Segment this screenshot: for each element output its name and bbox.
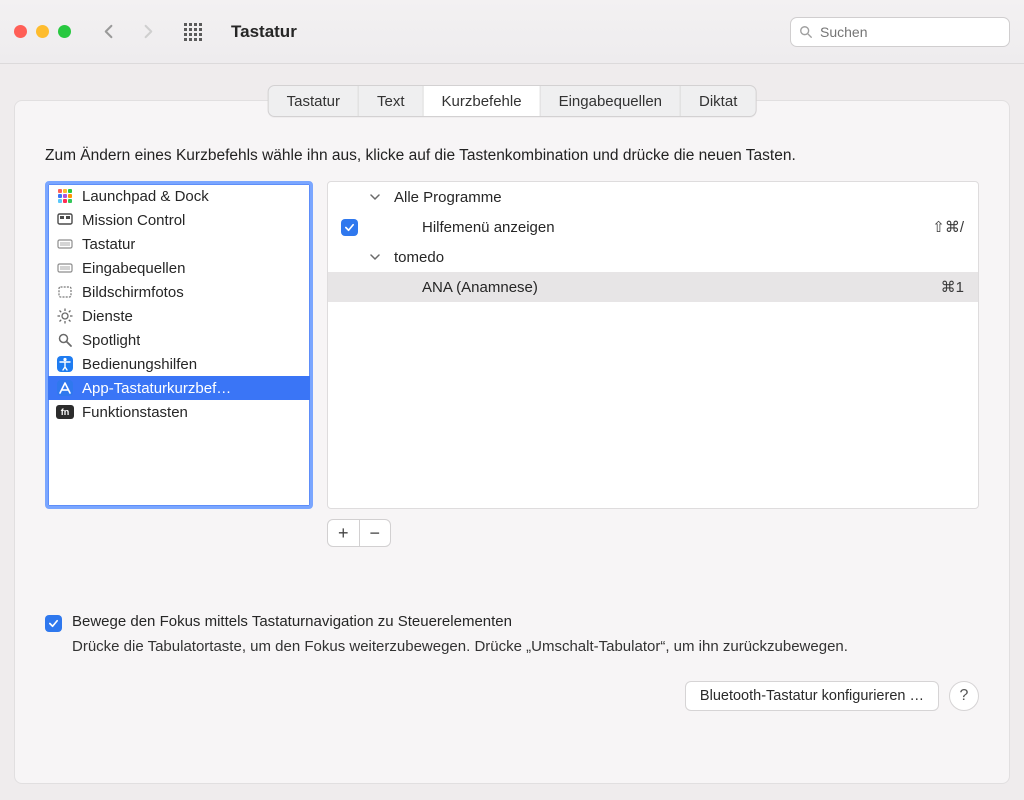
split-view: Launchpad & Dock Mission Control Tastatu… (45, 181, 979, 509)
checkbox-icon[interactable] (45, 615, 62, 632)
group-label: tomedo (394, 249, 964, 266)
shortcut-label: ANA (Anamnese) (394, 279, 931, 296)
search-input[interactable] (818, 23, 1001, 41)
toolbar: Tastatur (0, 0, 1024, 64)
accessibility-icon (56, 355, 74, 373)
tab-tastatur[interactable]: Tastatur (269, 86, 359, 116)
fn-icon: fn (56, 403, 74, 421)
minimize-button[interactable] (36, 25, 49, 38)
sidebar-item-funktionstasten[interactable]: fn Funktionstasten (48, 400, 310, 424)
tab-diktat[interactable]: Diktat (681, 86, 755, 116)
shortcut-keys[interactable]: ⇧⌘/ (932, 218, 964, 236)
window: Tastatur Tastatur Text Kurzbefehle Einga… (0, 0, 1024, 800)
sidebar-item-spotlight[interactable]: Spotlight (48, 328, 310, 352)
shortcut-list[interactable]: Alle Programme Hilfemenü anzeigen ⇧⌘/ (327, 181, 979, 509)
sidebar-item-bildschirmfotos[interactable]: Bildschirmfotos (48, 280, 310, 304)
sidebar-item-tastatur[interactable]: Tastatur (48, 232, 310, 256)
add-remove-stepper: + − (327, 519, 391, 547)
sidebar-item-label: Bedienungshilfen (82, 356, 197, 373)
group-header-alle-programme[interactable]: Alle Programme (328, 182, 978, 212)
close-button[interactable] (14, 25, 27, 38)
screenshot-icon (56, 283, 74, 301)
bluetooth-config-button[interactable]: Bluetooth-Tastatur konfigurieren … (685, 681, 939, 711)
sidebar-item-app-shortcuts[interactable]: App-Tastaturkurzbef… (48, 376, 310, 400)
sidebar-item-label: Mission Control (82, 212, 185, 229)
sidebar-item-label: Eingabequellen (82, 260, 185, 277)
shortcut-row-ana[interactable]: ANA (Anamnese) ⌘1 (328, 272, 978, 302)
shortcut-keys[interactable]: ⌘1 (941, 278, 964, 296)
keyboard-nav-description: Drücke die Tabulatortaste, um den Fokus … (72, 638, 892, 655)
sidebar-item-launchpad-dock[interactable]: Launchpad & Dock (48, 184, 310, 208)
sidebar-item-mission-control[interactable]: Mission Control (48, 208, 310, 232)
chevron-down-icon (370, 249, 384, 266)
magnifier-icon (56, 331, 74, 349)
gear-icon (56, 307, 74, 325)
shortcut-label: Hilfemenü anzeigen (394, 219, 922, 236)
shortcut-row-hilfemenu[interactable]: Hilfemenü anzeigen ⇧⌘/ (328, 212, 978, 242)
grid-icon (184, 23, 202, 41)
search-icon (799, 25, 813, 39)
keyboard-icon (56, 259, 74, 277)
category-sidebar[interactable]: Launchpad & Dock Mission Control Tastatu… (45, 181, 313, 509)
sidebar-item-label: Tastatur (82, 236, 135, 253)
content: Tastatur Text Kurzbefehle Eingabequellen… (0, 64, 1024, 800)
tab-text[interactable]: Text (359, 86, 424, 116)
sidebar-item-label: App-Tastaturkurzbef… (82, 380, 231, 397)
sidebar-item-label: Dienste (82, 308, 133, 325)
forward-button[interactable] (133, 18, 161, 46)
keyboard-nav-label[interactable]: Bewege den Fokus mittels Tastaturnavigat… (72, 613, 512, 630)
help-button[interactable]: ? (949, 681, 979, 711)
sidebar-item-dienste[interactable]: Dienste (48, 304, 310, 328)
back-button[interactable] (95, 18, 123, 46)
sidebar-item-eingabequellen[interactable]: Eingabequellen (48, 256, 310, 280)
sidebar-item-bedienungshilfen[interactable]: Bedienungshilfen (48, 352, 310, 376)
tab-kurzbefehle[interactable]: Kurzbefehle (424, 86, 541, 116)
mission-control-icon (56, 211, 74, 229)
remove-shortcut-button[interactable]: − (360, 520, 391, 546)
keyboard-nav-option: Bewege den Fokus mittels Tastaturnavigat… (45, 613, 979, 632)
sidebar-item-label: Launchpad & Dock (82, 188, 209, 205)
checkbox-icon[interactable] (341, 219, 358, 236)
sidebar-item-label: Bildschirmfotos (82, 284, 184, 301)
app-icon (56, 379, 74, 397)
chevron-down-icon (370, 189, 384, 206)
sidebar-item-label: Funktionstasten (82, 404, 188, 421)
traffic-lights (14, 25, 71, 38)
panel: Tastatur Text Kurzbefehle Eingabequellen… (14, 100, 1010, 784)
keyboard-icon (56, 235, 74, 253)
maximize-button[interactable] (58, 25, 71, 38)
group-header-tomedo[interactable]: tomedo (328, 242, 978, 272)
sidebar-item-label: Spotlight (82, 332, 140, 349)
tab-bar: Tastatur Text Kurzbefehle Eingabequellen… (268, 85, 757, 117)
group-label: Alle Programme (394, 189, 964, 206)
instruction-text: Zum Ändern eines Kurzbefehls wähle ihn a… (45, 147, 979, 165)
window-title: Tastatur (231, 22, 297, 42)
bottom-row: Bluetooth-Tastatur konfigurieren … ? (45, 681, 979, 711)
add-shortcut-button[interactable]: + (328, 520, 360, 546)
all-prefs-button[interactable] (179, 18, 207, 46)
search-field[interactable] (790, 17, 1010, 47)
launchpad-icon (56, 187, 74, 205)
tab-eingabequellen[interactable]: Eingabequellen (541, 86, 681, 116)
